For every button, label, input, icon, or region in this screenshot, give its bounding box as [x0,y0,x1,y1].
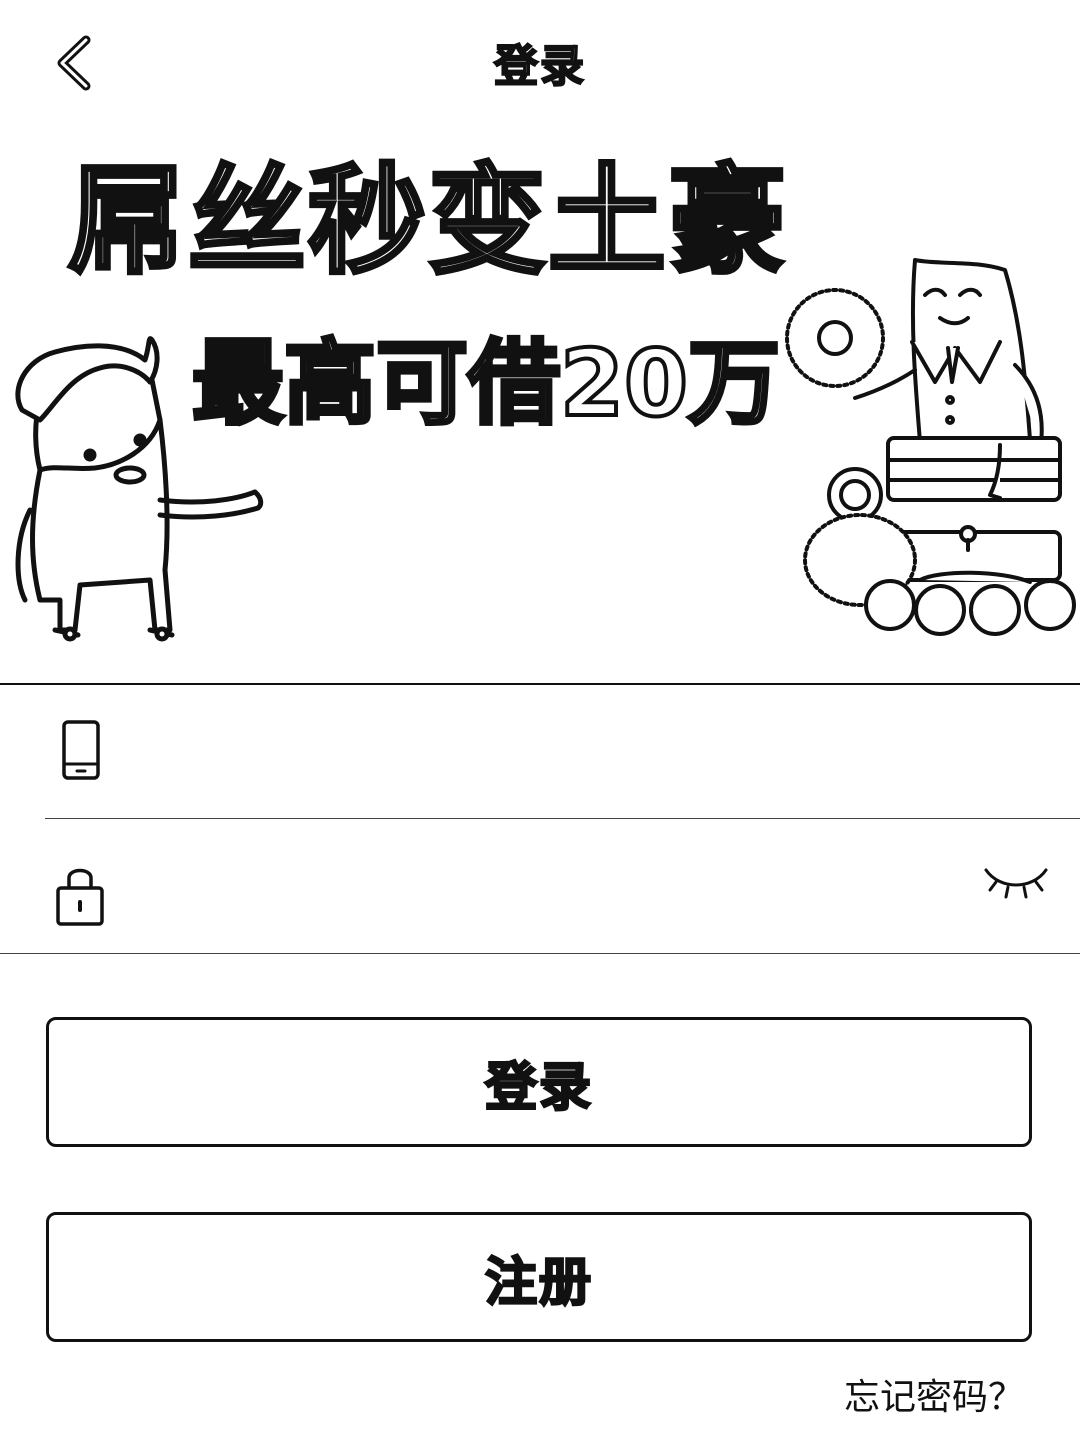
section-divider [0,683,1080,685]
promo-banner: 屌丝秒变土豪 最高可借20万 [0,120,1080,685]
password-field-row [0,820,1080,953]
banner-headline: 屌丝秒变土豪 [66,152,789,290]
password-visibility-toggle[interactable] [978,860,1054,910]
form-bottom-divider [0,953,1080,954]
phone-icon [62,720,100,780]
lock-icon [56,868,104,926]
eye-closed-icon [984,868,1048,899]
banner-subline: 最高可借20万 [190,330,782,437]
forgot-password-link[interactable]: 忘记密码？ [844,1368,1024,1420]
phone-field-row [0,686,1080,818]
password-input[interactable] [135,850,959,924]
page-title: 登录 [493,40,586,93]
login-button-label: 登录 [484,1056,593,1119]
phone-input[interactable] [135,716,959,790]
cartoon-rich-man-illustration [785,258,1076,636]
field-divider [45,818,1080,819]
login-button[interactable]: 登录 [46,1017,1032,1147]
register-button[interactable]: 注册 [46,1212,1032,1342]
register-button-label: 注册 [484,1251,593,1314]
top-bar: 登录 [0,0,1080,120]
